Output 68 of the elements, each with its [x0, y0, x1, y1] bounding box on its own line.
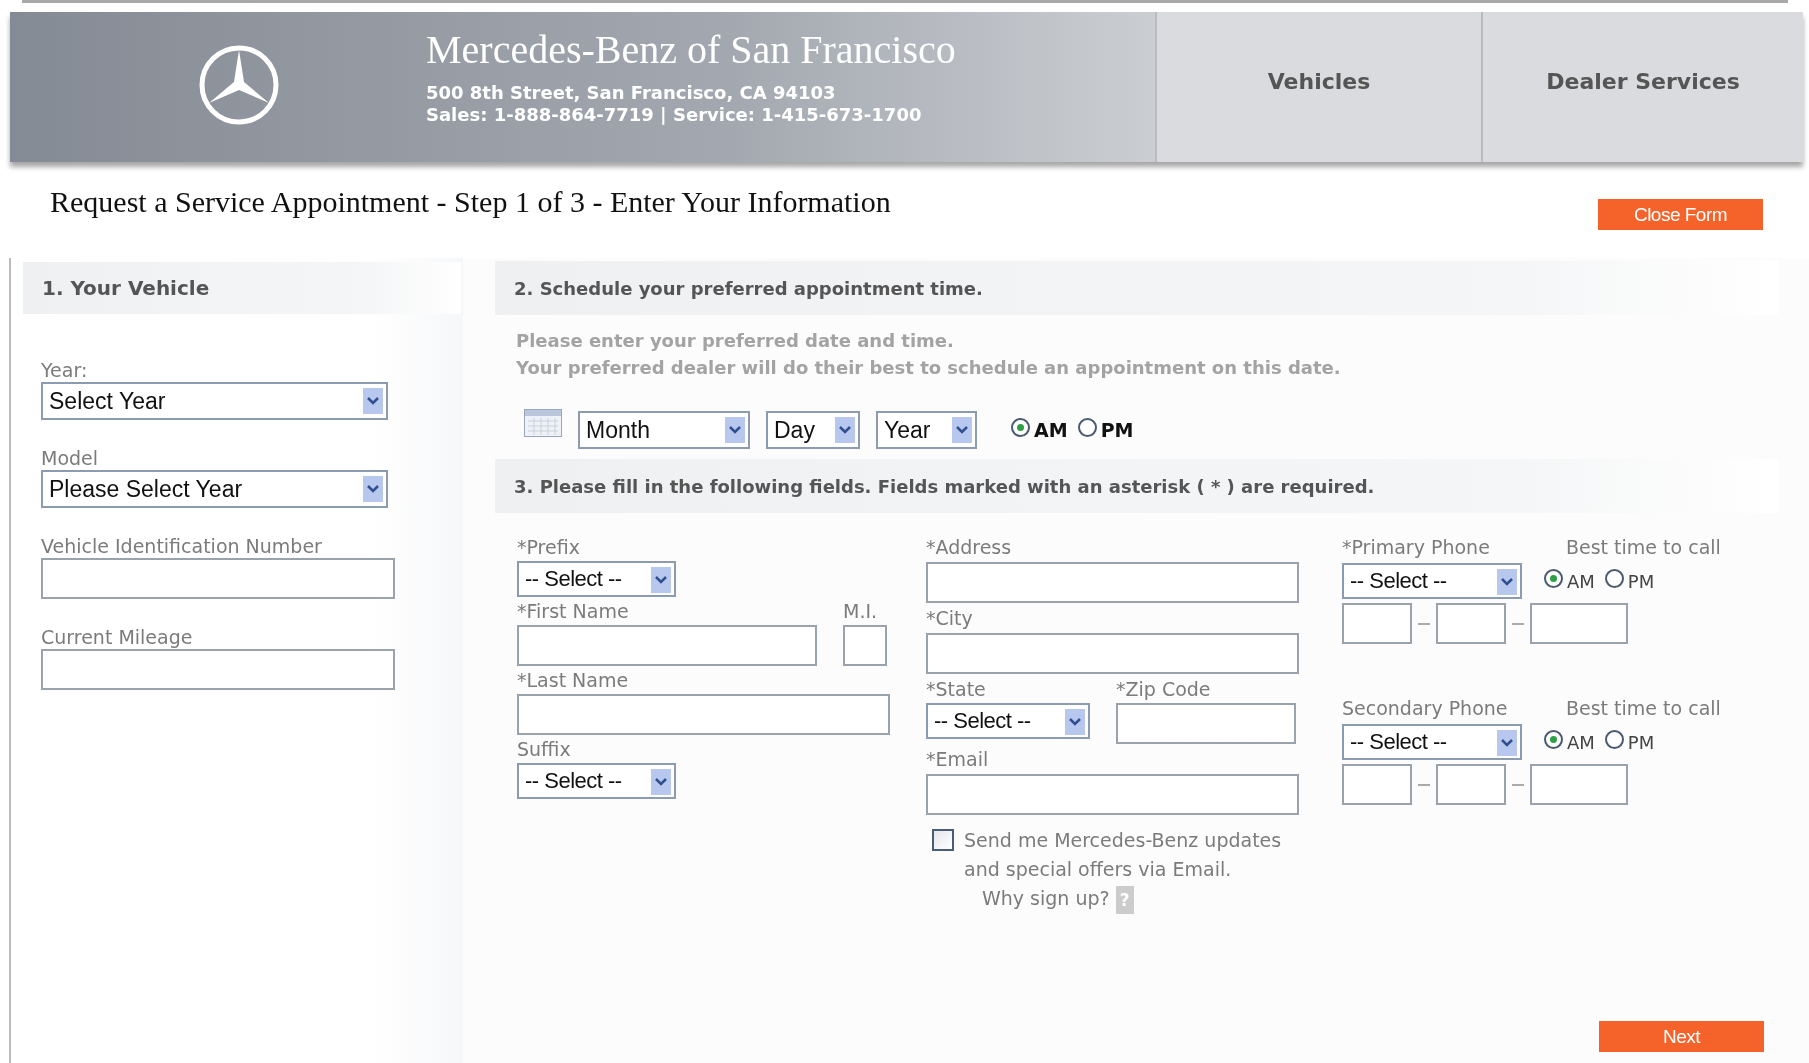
radio-button[interactable]: [1544, 729, 1563, 749]
dropdown[interactable]: -- Select --: [1342, 563, 1522, 599]
field-label: Vehicle Identification Number: [41, 534, 323, 558]
input-field[interactable]: [1530, 603, 1628, 644]
radio-button[interactable]: [1077, 417, 1097, 437]
radio-button[interactable]: [1544, 568, 1563, 588]
checkbox[interactable]: [932, 829, 954, 851]
input-field[interactable]: [1530, 764, 1628, 805]
field-label: *Zip Code: [1116, 677, 1212, 701]
field-label: *Prefix: [517, 535, 581, 559]
radio-option[interactable]: AM: [1011, 419, 1068, 441]
date-dropdown[interactable]: Year: [876, 411, 977, 449]
section-heading: 1. Your Vehicle: [23, 262, 461, 314]
input-field[interactable]: [1436, 764, 1506, 805]
why-sign-up-link[interactable]: Why sign up?: [982, 887, 1110, 909]
input-field[interactable]: [41, 558, 395, 599]
field-label: *Last Name: [517, 668, 630, 692]
radio-button[interactable]: [1604, 729, 1624, 749]
radio-option[interactable]: AM: [1544, 570, 1595, 592]
input-field[interactable]: [843, 625, 887, 666]
dealer-address: 500 8th Street, San Francisco, CA 94103: [426, 82, 837, 104]
radio-option[interactable]: PM: [1604, 731, 1655, 753]
instruction-text: Please enter your preferred date and time.: [516, 329, 955, 353]
nav-tab[interactable]: Dealer Services: [1481, 12, 1803, 162]
radio-option[interactable]: PM: [1604, 570, 1655, 592]
input-field[interactable]: [926, 774, 1299, 815]
radio-option[interactable]: AM: [1544, 731, 1595, 753]
field-label: Secondary Phone: [1342, 696, 1509, 720]
field-label: Year:: [41, 358, 89, 382]
field-label: *First Name: [517, 599, 630, 623]
input-field[interactable]: [1342, 764, 1412, 805]
field-label: Model: [41, 446, 100, 470]
field-label: *Email: [926, 747, 990, 771]
field-label: Suffix: [517, 737, 572, 761]
newsletter-text: Send me Mercedes-Benz updates and special offers via Email. Why sign up? ?: [964, 826, 1294, 914]
input-field[interactable]: [1116, 703, 1296, 744]
radio-option[interactable]: PM: [1077, 419, 1134, 441]
nav-tab[interactable]: Vehicles: [1155, 12, 1481, 162]
dropdown[interactable]: Please Select Year: [41, 470, 388, 508]
input-field[interactable]: [41, 649, 395, 690]
input-field[interactable]: [517, 625, 817, 666]
dropdown[interactable]: Select Year: [41, 382, 388, 420]
page-title: Request a Service Appointment - Step 1 of 3 - Enter Your Information: [50, 184, 891, 220]
field-label: Best time to call: [1566, 535, 1721, 559]
dropdown[interactable]: -- Select --: [517, 763, 676, 799]
field-label: *Address: [926, 535, 1013, 559]
input-field[interactable]: [517, 694, 890, 735]
radio-button[interactable]: [1604, 568, 1624, 588]
radio-button[interactable]: [1011, 417, 1030, 437]
dealer-phones: Sales: 1-888-864-7719 | Service: 1-415-673-1700: [426, 104, 923, 126]
field-label: Best time to call: [1566, 696, 1721, 720]
input-field[interactable]: [926, 633, 1299, 674]
field-label: Current Mileage: [41, 625, 194, 649]
calendar-icon[interactable]: [524, 409, 562, 437]
field-label: M.I.: [843, 599, 879, 623]
input-field[interactable]: [1342, 603, 1412, 644]
dropdown[interactable]: -- Select --: [1342, 724, 1522, 760]
dropdown[interactable]: -- Select --: [517, 561, 676, 597]
date-dropdown[interactable]: Day: [766, 411, 860, 449]
dealer-name: Mercedes-Benz of San Francisco: [426, 28, 956, 72]
input-field[interactable]: [1436, 603, 1506, 644]
date-dropdown[interactable]: Month: [578, 411, 750, 449]
input-field[interactable]: [926, 562, 1299, 603]
field-label: *State: [926, 677, 987, 701]
field-label: *Primary Phone: [1342, 535, 1491, 559]
instruction-text: Your preferred dealer will do their best to schedule an appointment on this date.: [516, 356, 1342, 380]
field-label: *City: [926, 606, 974, 630]
dropdown[interactable]: -- Select --: [926, 703, 1090, 739]
